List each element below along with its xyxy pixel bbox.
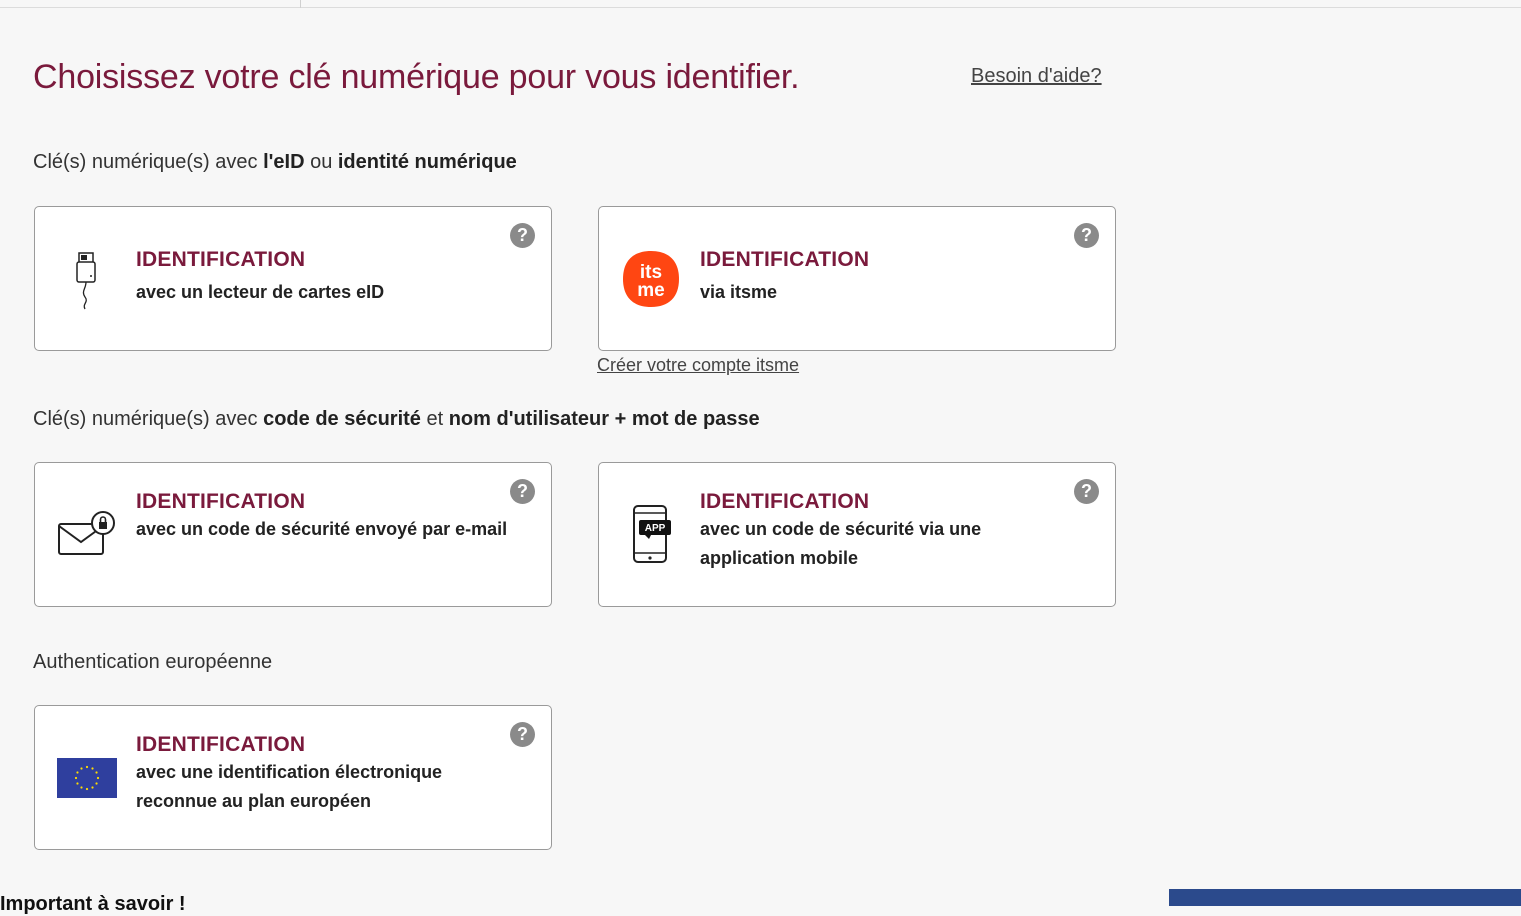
help-question-icon[interactable]: ? (510, 479, 535, 504)
card-description: avec un code de sécurité envoyé par e-ma… (136, 519, 508, 539)
card-description: avec un code de sécurité via une applica… (700, 519, 982, 568)
card-eid-reader[interactable]: IDENTIFICATION avec un lecteur de cartes… (34, 206, 552, 351)
help-question-icon[interactable]: ? (1074, 223, 1099, 248)
eu-star (95, 782, 98, 785)
card-mobile-app-code[interactable]: APP IDENTIFICATION avec un code de sécur… (598, 462, 1116, 607)
card-european-identification[interactable]: IDENTIFICATION avec une identification é… (34, 705, 552, 850)
eu-flag-icon (55, 746, 119, 810)
top-divider (0, 7, 1521, 8)
page-title: Choisissez votre clé numérique pour vous… (33, 58, 800, 96)
eu-star (85, 787, 89, 791)
important-note-heading: Important à savoir ! (0, 893, 186, 915)
card-description: avec une identification électronique rec… (136, 762, 443, 811)
eu-star (74, 776, 78, 780)
eu-star (76, 782, 79, 785)
section-heading-security-code: Clé(s) numérique(s) avec code de sécurit… (33, 408, 760, 430)
card-itsme[interactable]: its me IDENTIFICATION via itsme ? (598, 206, 1116, 351)
card-description: via itsme (700, 282, 778, 302)
eu-star (96, 776, 100, 780)
svg-text:me: me (637, 280, 664, 301)
eu-star (95, 771, 98, 774)
section-heading-eid: Clé(s) numérique(s) avec l'eID ou identi… (33, 151, 517, 173)
card-title: IDENTIFICATION (136, 490, 306, 513)
eu-star (85, 765, 89, 769)
help-question-icon[interactable]: ? (510, 223, 535, 248)
create-itsme-account-link[interactable]: Créer votre compte itsme (597, 355, 799, 376)
mobile-app-icon: APP (619, 503, 683, 567)
itsme-logo-icon: its me (619, 247, 683, 311)
eu-star (76, 771, 79, 774)
card-description: avec un lecteur de cartes eID (136, 282, 385, 302)
card-reader-icon (55, 247, 119, 311)
section-heading-european: Authentication européenne (33, 651, 273, 673)
help-link[interactable]: Besoin d'aide? (971, 65, 1102, 88)
eu-star (91, 767, 94, 770)
card-title: IDENTIFICATION (700, 490, 870, 513)
email-lock-icon (55, 503, 119, 567)
help-question-icon[interactable]: ? (510, 722, 535, 747)
eu-star (80, 786, 83, 789)
eu-star (91, 786, 94, 789)
card-title: IDENTIFICATION (700, 248, 870, 271)
top-tab-separator (300, 0, 301, 8)
card-title: IDENTIFICATION (136, 248, 306, 271)
eu-star (80, 767, 83, 770)
help-question-icon[interactable]: ? (1074, 479, 1099, 504)
footer-action-button[interactable] (1169, 889, 1521, 906)
card-email-code[interactable]: IDENTIFICATION avec un code de sécurité … (34, 462, 552, 607)
svg-text:APP: APP (645, 523, 666, 534)
card-title: IDENTIFICATION (136, 733, 306, 756)
